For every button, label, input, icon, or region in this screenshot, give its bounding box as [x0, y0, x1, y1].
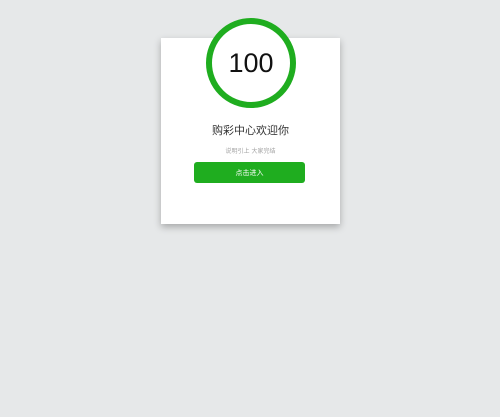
welcome-subtitle: 说明引上 大家完结: [225, 148, 276, 155]
score-ring: 100: [206, 18, 296, 108]
welcome-card: 100 购彩中心欢迎你 说明引上 大家完结 点击进入: [161, 18, 340, 224]
enter-button[interactable]: 点击进入: [194, 162, 305, 183]
score-value: 100: [228, 47, 274, 78]
welcome-title: 购彩中心欢迎你: [212, 124, 289, 137]
